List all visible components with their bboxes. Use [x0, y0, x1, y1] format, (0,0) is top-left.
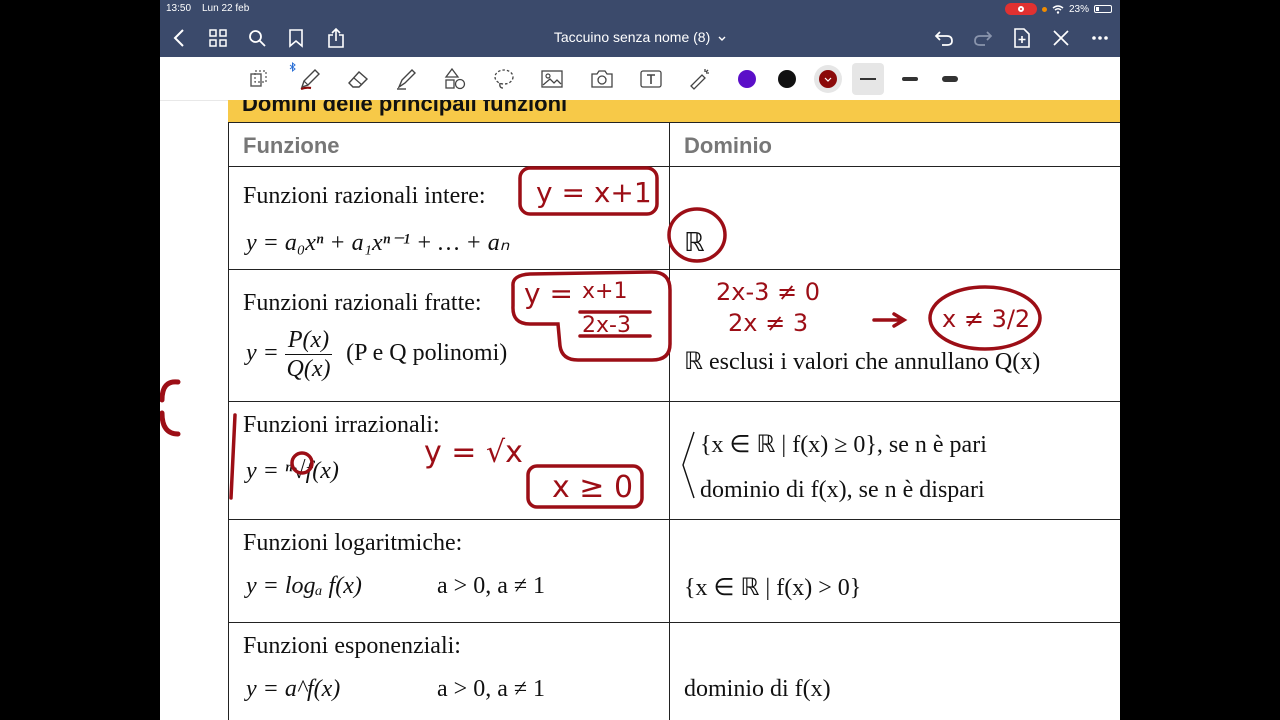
ink-margin-stroke	[229, 413, 237, 500]
tool-text[interactable]	[637, 65, 665, 93]
top-bar: 13:50 Lun 22 feb 23% Taccuino senza nome…	[160, 0, 1120, 57]
ink-margin-bracket	[160, 379, 181, 437]
drawing-toolbar	[160, 57, 1120, 101]
lasso-select-icon	[494, 69, 514, 89]
status-date: Lun 22 feb	[202, 3, 250, 14]
color-swatch-black[interactable]	[778, 70, 796, 88]
camera-icon	[591, 70, 613, 88]
ink-text-y-x1: y = x+1	[536, 176, 652, 209]
ink-text-x-ge-0: x ≥ 0	[552, 470, 633, 505]
undo-icon	[934, 31, 953, 46]
ink-text-eq1: 2x-3 ≠ 0	[716, 278, 820, 306]
ink-arrow-icon	[872, 312, 908, 328]
stroke-thick-button[interactable]	[936, 63, 964, 95]
ink-text-den: 2x-3	[582, 313, 631, 338]
document-title-text: Taccuino senza nome (8)	[553, 29, 711, 45]
ink-circle-r	[667, 207, 727, 263]
shapes-icon	[444, 67, 466, 90]
highlighter-icon	[397, 69, 416, 90]
chevron-down-icon	[718, 36, 726, 41]
redo-icon	[974, 31, 993, 46]
tool-laser-pointer[interactable]	[686, 65, 714, 93]
notebook-page[interactable]: Domini delle principali funzioni Funzion…	[160, 100, 1120, 720]
add-page-button[interactable]	[1010, 26, 1034, 50]
stroke-medium-button[interactable]	[896, 63, 924, 95]
image-icon	[541, 70, 563, 88]
status-indicators: 23%	[1004, 3, 1112, 15]
eraser-icon	[348, 71, 369, 88]
battery-icon	[1094, 5, 1112, 13]
battery-percent: 23%	[1068, 3, 1089, 15]
ink-text-eq2: 2x ≠ 3	[728, 309, 808, 337]
chevron-down-icon	[824, 77, 832, 82]
add-page-icon	[1014, 28, 1030, 48]
more-icon	[1092, 36, 1108, 40]
laser-pointer-icon	[690, 69, 709, 90]
tool-eraser[interactable]	[344, 65, 372, 93]
stroke-thin-button[interactable]	[852, 63, 884, 95]
status-time: 13:50	[166, 3, 192, 14]
ink-annotations: y = x+1 y = x+1 2x-3 2x-3 ≠ 0 2x ≠ 3 x ≠…	[160, 166, 1042, 509]
wifi-icon	[1052, 4, 1064, 14]
color-swatch-darkred[interactable]	[819, 70, 837, 88]
redo-button[interactable]	[971, 26, 995, 50]
close-editing-button[interactable]	[1049, 26, 1073, 50]
ink-text-num: x+1	[582, 279, 627, 304]
tool-camera[interactable]	[588, 65, 616, 93]
pen-icon	[300, 69, 320, 91]
tool-lasso[interactable]	[245, 65, 273, 93]
lasso-icon	[250, 70, 267, 87]
color-swatch-purple[interactable]	[738, 70, 756, 88]
mic-indicator-icon	[1041, 6, 1047, 12]
ink-text-x-ne: x ≠ 3/2	[942, 305, 1030, 333]
pen-off-icon	[1053, 30, 1069, 46]
tool-lasso-select[interactable]	[490, 65, 518, 93]
tool-image[interactable]	[538, 65, 566, 93]
ink-text-y: y =	[524, 277, 573, 310]
tool-highlighter[interactable]	[392, 65, 420, 93]
ink-text-y-sqrt: y = √x	[424, 435, 523, 470]
ipad-screen: 13:50 Lun 22 feb 23% Taccuino senza nome…	[160, 0, 1120, 720]
undo-button[interactable]	[932, 26, 956, 50]
screen-recording-icon	[1004, 3, 1037, 15]
tool-pen[interactable]	[296, 65, 324, 93]
tool-shapes[interactable]	[441, 65, 469, 93]
more-options-button[interactable]	[1088, 26, 1112, 50]
text-icon	[640, 70, 662, 88]
ink-circle-index-n	[290, 451, 314, 475]
